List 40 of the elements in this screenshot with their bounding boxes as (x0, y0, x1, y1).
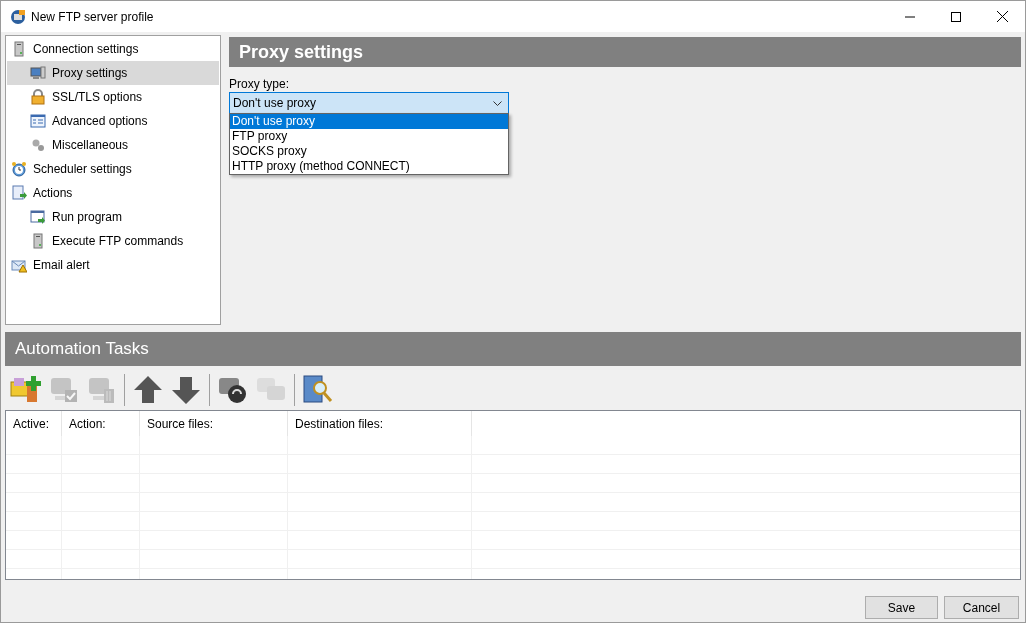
column-header[interactable]: Active: (6, 411, 62, 436)
section-header: Proxy settings (229, 37, 1021, 67)
maximize-icon (951, 11, 961, 22)
server-icon (11, 41, 27, 57)
computer-icon (30, 65, 46, 81)
form-icon (30, 113, 46, 129)
dialog-button[interactable]: Cancel (944, 596, 1019, 619)
section-header: Automation Tasks (5, 332, 1021, 366)
dropdown-option[interactable]: FTP proxy (230, 129, 508, 144)
envelope-warning-icon (11, 257, 27, 273)
tree-item[interactable]: Execute FTP commands (7, 229, 219, 253)
tree-item[interactable]: Scheduler settings (7, 157, 219, 181)
column-header[interactable]: Action: (62, 411, 140, 436)
column-header[interactable]: Source files: (140, 411, 288, 436)
tree-item[interactable]: SSL/TLS options (7, 85, 219, 109)
arrow-up-icon (132, 374, 164, 406)
dropdown-option[interactable]: SOCKS proxy (230, 144, 508, 159)
tree-item[interactable]: Miscellaneous (7, 133, 219, 157)
close-icon (996, 11, 1008, 22)
dialog-button[interactable]: Save (865, 596, 938, 619)
book-magnifier-icon (302, 374, 334, 406)
dropdown-option[interactable]: Don't use proxy (230, 114, 508, 129)
window-title: New FTP server profile (31, 8, 154, 26)
tree-item[interactable]: Advanced options (7, 109, 219, 133)
column-header[interactable]: Destination files: (288, 411, 472, 436)
tree-item[interactable]: Proxy settings (7, 61, 219, 85)
arrow-down-icon (170, 374, 202, 406)
server-icon (30, 233, 46, 249)
gears-icon (30, 137, 46, 153)
proxy-type-dropdown[interactable]: Don't use proxy (229, 92, 509, 114)
alarm-clock-icon (11, 161, 27, 177)
tree-item[interactable]: Actions (7, 181, 219, 205)
tree-item[interactable]: Connection settings (7, 37, 219, 61)
padlock-icon (30, 89, 46, 105)
dropdown-option[interactable]: HTTP proxy (method CONNECT) (230, 159, 508, 174)
field-label: Proxy type: (229, 76, 291, 92)
tree-item[interactable]: Email alert (7, 253, 219, 277)
tree-item[interactable]: Run program (7, 205, 219, 229)
app-icon (10, 8, 26, 25)
chevron-down-icon (493, 100, 502, 106)
